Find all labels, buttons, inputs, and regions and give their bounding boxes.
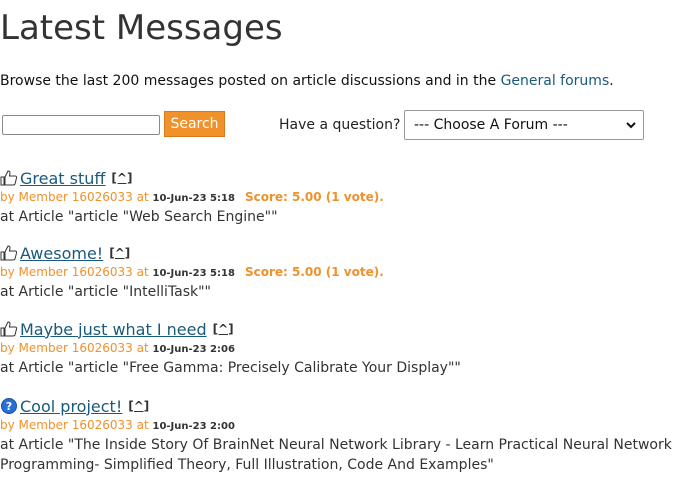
message-author: by Member 16026033 at [0, 265, 153, 279]
intro-text-end: . [609, 73, 614, 89]
general-forums-link[interactable]: General forums [501, 73, 610, 89]
parent-link[interactable]: [^] [213, 322, 234, 336]
choose-forum-select[interactable]: --- Choose A Forum --- [404, 110, 644, 140]
intro-text: Browse the last 200 messages posted on a… [0, 72, 614, 90]
message-author: by Member 16026033 at [0, 341, 153, 355]
search-button[interactable]: Search [164, 111, 225, 137]
latest-messages-page: Latest Messages Browse the last 200 mess… [0, 0, 697, 502]
message-location: at Article "article "Web Search Engine"" [0, 209, 278, 225]
question-icon: ? [1, 398, 17, 414]
message-title-link[interactable]: Great stuff [20, 169, 105, 188]
message-meta: by Member 16026033 at 10-Jun-23 5:18 Scor… [0, 264, 690, 282]
thumbs-up-icon [0, 170, 18, 186]
thumbs-up-icon [0, 321, 18, 337]
message-author: by Member 16026033 at [0, 418, 153, 432]
message-item: Awesome! [^] by Member 16026033 at 10-Ju… [0, 242, 690, 302]
message-title-link[interactable]: Maybe just what I need [20, 320, 207, 339]
message-score: Score: 5.00 (1 vote). [244, 265, 384, 279]
message-location: at Article "article "IntelliTask"" [0, 284, 211, 300]
message-meta: by Member 16026033 at 10-Jun-23 5:18 Scor… [0, 189, 690, 207]
message-item: ? Cool project! [^] by Member 16026033 a… [0, 395, 690, 475]
parent-link[interactable]: [^] [128, 399, 149, 413]
message-meta: by Member 16026033 at 10-Jun-23 2:00 [0, 417, 690, 435]
search-input[interactable] [2, 115, 160, 135]
parent-link[interactable]: [^] [111, 171, 132, 185]
message-location: at Article "The Inside Story Of BrainNet… [0, 437, 672, 473]
message-date: 10-Jun-23 5:18 [152, 268, 235, 279]
message-location: at Article "article "Free Gamma: Precise… [0, 360, 461, 376]
chevron-down-icon [626, 122, 636, 129]
message-date: 10-Jun-23 5:18 [152, 193, 235, 204]
message-score: Score: 5.00 (1 vote). [244, 190, 384, 204]
message-item: Maybe just what I need [^] by Member 160… [0, 318, 690, 378]
parent-link[interactable]: [^] [109, 246, 130, 260]
page-title: Latest Messages [0, 8, 283, 48]
have-a-question-label: Have a question? [279, 117, 401, 133]
message-author: by Member 16026033 at [0, 190, 153, 204]
thumbs-up-icon [0, 245, 18, 261]
message-meta: by Member 16026033 at 10-Jun-23 2:06 [0, 340, 690, 358]
choose-forum-select-value: --- Choose A Forum --- [414, 117, 568, 133]
message-date: 10-Jun-23 2:00 [152, 421, 235, 432]
message-title-link[interactable]: Awesome! [20, 244, 103, 263]
message-title-link[interactable]: Cool project! [20, 397, 122, 416]
svg-text:?: ? [6, 400, 12, 413]
message-date: 10-Jun-23 2:06 [152, 344, 235, 355]
intro-text-body: Browse the last 200 messages posted on a… [0, 73, 501, 89]
message-item: Great stuff [^] by Member 16026033 at 10… [0, 167, 690, 227]
